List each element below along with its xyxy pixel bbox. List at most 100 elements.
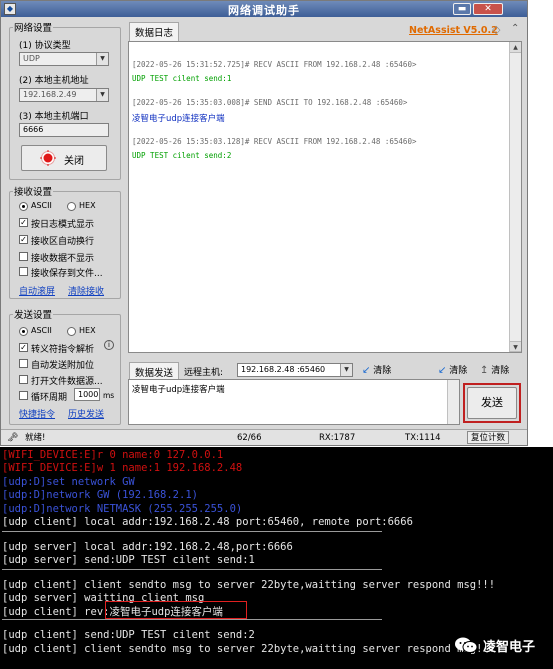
diamond-icon[interactable]: ◇ xyxy=(492,23,500,36)
send-hex-label: HEX xyxy=(79,326,96,335)
file-source-label: 打开文件数据源... xyxy=(31,377,103,387)
loop-period-input[interactable]: 1000 xyxy=(74,388,100,401)
arrow-left-icon: ↙ xyxy=(438,365,447,376)
recv-settings-legend: 接收设置 xyxy=(14,187,53,198)
send-text-area[interactable]: 凌智电子udp连接客户端 xyxy=(128,379,460,425)
quick-command-link[interactable]: 快捷指令 xyxy=(19,407,55,420)
loop-period-unit: ms xyxy=(103,391,115,400)
chevron-down-icon: ▼ xyxy=(340,364,352,376)
tab-data-log[interactable]: 数据日志 xyxy=(129,22,180,41)
loop-period-checkbox[interactable] xyxy=(19,391,28,400)
console-separator xyxy=(2,531,382,532)
log-entry-header: [2022-05-26 15:31:52.725]# RECV ASCII FR… xyxy=(132,60,417,69)
console-separator xyxy=(2,569,382,570)
title-bar: ◆ 网络调试助手 ▬ ✕ xyxy=(1,1,527,17)
console-line: [udp client] send:UDP TEST cilent send:2 xyxy=(2,629,255,641)
clear-send-label: 清除 xyxy=(449,366,468,376)
escape-parse-checkbox[interactable]: ✓ xyxy=(19,343,28,352)
send-ascii-label: ASCII xyxy=(31,326,52,335)
remote-host-label: 远程主机: xyxy=(184,368,224,378)
close-button-label: 关闭 xyxy=(64,156,84,167)
console-line: [udp:D]network NETMASK (255.255.255.0) xyxy=(2,503,243,515)
clear-all-button[interactable]: ↥ 清除 xyxy=(480,363,509,376)
recv-log-mode-label: 按日志模式显示 xyxy=(31,220,95,230)
chevron-down-icon: ▼ xyxy=(96,89,108,101)
minimize-button[interactable]: ▬ xyxy=(453,3,471,15)
remote-host-select[interactable]: 192.168.2.48 :65460 ▼ xyxy=(237,363,353,377)
log-entry-header: [2022-05-26 15:35:03.128]# RECV ASCII FR… xyxy=(132,137,417,146)
status-icon: 🗝 xyxy=(7,433,19,443)
recv-wrap-checkbox[interactable]: ✓ xyxy=(19,235,28,244)
status-rx: RX:1787 xyxy=(319,433,356,443)
auto-append-label: 自动发送附加位 xyxy=(31,361,95,371)
status-count: 62/66 xyxy=(237,433,262,443)
close-connection-button[interactable]: 关闭 xyxy=(21,145,107,171)
console-line: [WIFI_DEVICE:E]r 0 name:0 127.0.0.1 xyxy=(2,449,224,461)
clear-recv-link[interactable]: 清除接收 xyxy=(68,284,104,297)
console-line: [udp server] local addr:192.168.2.48,por… xyxy=(2,541,293,553)
recv-wrap-label: 接收区自动换行 xyxy=(31,237,95,247)
recv-hide-checkbox[interactable] xyxy=(19,252,28,261)
host-select[interactable]: 192.168.2.49 ▼ xyxy=(19,88,109,102)
send-settings-legend: 发送设置 xyxy=(14,310,53,321)
window-title: 网络调试助手 xyxy=(228,4,300,17)
send-hex-radio[interactable] xyxy=(67,327,76,336)
auto-append-checkbox[interactable] xyxy=(19,359,28,368)
port-input[interactable]: 6666 xyxy=(19,123,109,137)
send-button[interactable]: 发送 xyxy=(467,387,517,419)
clear-send-button[interactable]: ↙ 清除 xyxy=(438,363,467,376)
log-scrollbar[interactable]: ▲ ▼ xyxy=(509,42,521,352)
recv-log-mode-checkbox[interactable]: ✓ xyxy=(19,218,28,227)
host-label: (2) 本地主机地址 xyxy=(19,76,89,86)
host-value: 192.168.2.49 xyxy=(23,90,77,99)
recv-ascii-label: ASCII xyxy=(31,201,52,210)
console-line: [udp:D]network GW (192.168.2.1) xyxy=(2,489,198,501)
recv-save-checkbox[interactable] xyxy=(19,267,28,276)
console-line: [udp client] local addr:192.168.2.48 por… xyxy=(2,516,413,528)
file-source-checkbox[interactable] xyxy=(19,375,28,384)
escape-parse-label: 转义符指令解析 xyxy=(31,345,95,355)
auto-scroll-link[interactable]: 自动滚屏 xyxy=(19,284,55,297)
send-scrollbar[interactable] xyxy=(447,380,459,424)
recv-ascii-radio[interactable] xyxy=(19,202,28,211)
send-button-frame: 发送 xyxy=(463,383,521,423)
scroll-down-icon[interactable]: ▼ xyxy=(510,341,521,352)
chevron-down-icon: ▼ xyxy=(96,53,108,65)
red-dot-icon xyxy=(40,150,56,166)
chevron-up-icon[interactable]: ⌃ xyxy=(511,23,519,34)
console-line: [udp client] client sendto msg to server… xyxy=(2,579,496,591)
clear-remote-button[interactable]: ↙ 清除 xyxy=(362,363,391,376)
send-ascii-radio[interactable] xyxy=(19,327,28,336)
recv-hex-label: HEX xyxy=(79,201,96,210)
console-line: [udp client] client sendto msg to server… xyxy=(2,643,496,655)
reset-count-button[interactable]: 复位计数 xyxy=(467,431,510,444)
close-window-button[interactable]: ✕ xyxy=(473,3,503,15)
send-history-link[interactable]: 历史发送 xyxy=(68,407,104,420)
watermark: 凌智电子 xyxy=(453,634,553,656)
data-log-area[interactable]: [2022-05-26 15:31:52.725]# RECV ASCII FR… xyxy=(128,41,522,353)
info-icon[interactable]: i xyxy=(104,340,114,350)
recv-hex-radio[interactable] xyxy=(67,202,76,211)
status-text: 就绪! xyxy=(25,433,46,443)
remote-host-value: 192.168.2.48 :65460 xyxy=(241,365,326,374)
version-link[interactable]: NetAssist V5.0.2 xyxy=(409,25,498,36)
log-entry-body: UDP TEST cilent send:1 xyxy=(132,74,232,83)
protocol-select[interactable]: UDP ▼ xyxy=(19,52,109,66)
wechat-icon xyxy=(455,637,478,653)
recv-hide-label: 接收数据不显示 xyxy=(31,254,95,264)
watermark-text: 凌智电子 xyxy=(483,640,536,655)
status-bar: 🗝 就绪! 62/66 RX:1787 TX:1114 复位计数 xyxy=(1,429,527,445)
console-line: [WIFI DEVICE:E]w 1 name:1 192.168.2.48 xyxy=(2,462,243,474)
log-entry-body: UDP TEST cilent send:2 xyxy=(132,151,232,160)
console-line: [udp:D]set network GW xyxy=(2,476,135,488)
clear-remote-label: 清除 xyxy=(373,366,392,376)
send-text: 凌智电子udp连接客户端 xyxy=(132,385,225,395)
scroll-up-icon[interactable]: ▲ xyxy=(510,42,521,53)
console-line: [udp server] send:UDP TEST cilent send:1 xyxy=(2,554,255,566)
arrow-up-icon: ↥ xyxy=(480,365,489,376)
status-tx: TX:1114 xyxy=(405,433,441,443)
netassist-window: ◆ 网络调试助手 ▬ ✕ 网络设置 (1) 协议类型 UDP ▼ (2) 本地主… xyxy=(0,0,528,446)
protocol-value: UDP xyxy=(23,54,40,63)
protocol-label: (1) 协议类型 xyxy=(19,41,71,51)
highlight-box xyxy=(105,601,247,619)
